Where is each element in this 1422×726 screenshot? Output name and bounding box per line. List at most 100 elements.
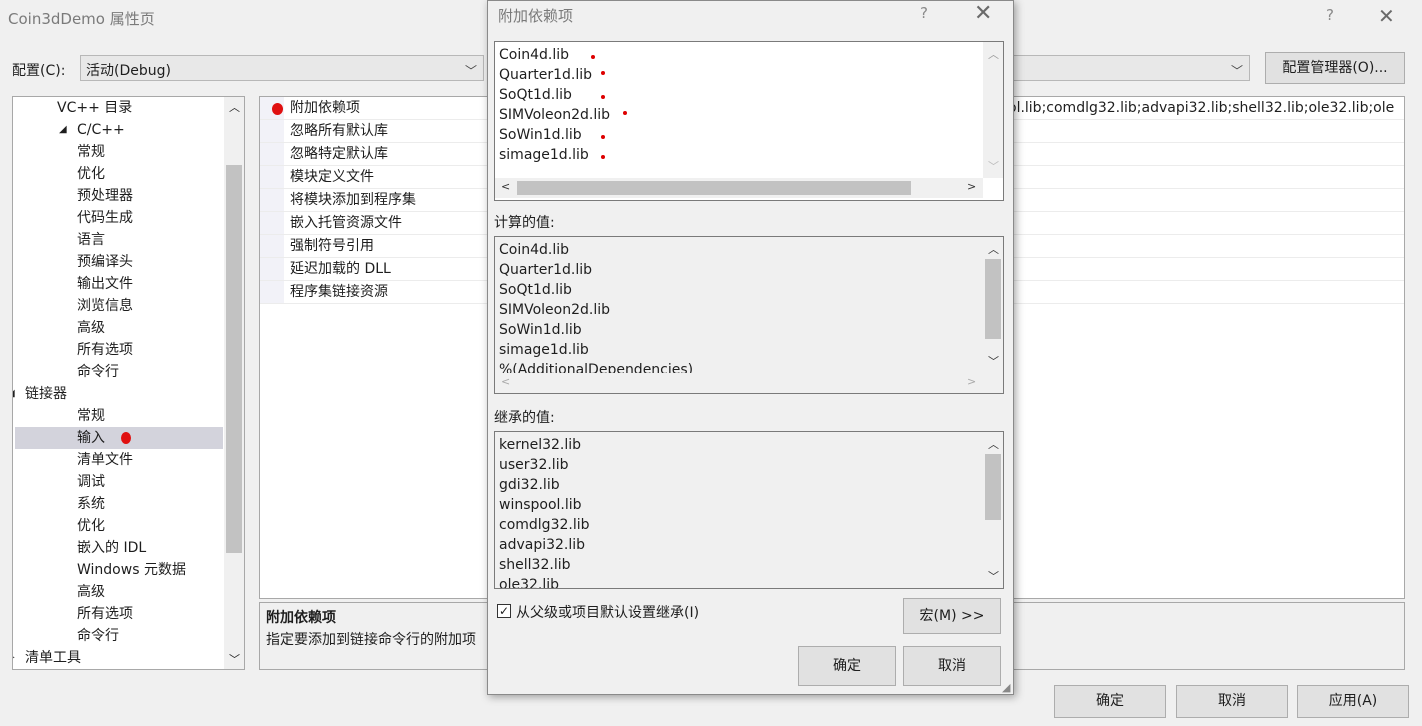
- platform-select[interactable]: ﹀: [1012, 55, 1250, 81]
- library-line: Coin4d.lib: [499, 242, 570, 258]
- tree-item[interactable]: 预编译头: [77, 251, 133, 273]
- library-line: simage1d.lib: [499, 342, 589, 358]
- scroll-down-icon[interactable]: ﹀: [988, 158, 999, 174]
- tree-item-label: 代码生成: [77, 210, 133, 226]
- tree-item[interactable]: 优化: [77, 163, 105, 185]
- annotation-dot: [601, 155, 605, 159]
- scroll-right-icon[interactable]: >: [967, 180, 976, 193]
- tree-item[interactable]: 高级: [77, 317, 105, 339]
- scroll-left-icon[interactable]: <: [501, 180, 510, 193]
- ok-button[interactable]: 确定: [1054, 685, 1166, 718]
- scroll-down-icon[interactable]: ﹀: [988, 353, 999, 369]
- edit-vertical-scrollbar[interactable]: ︿ ﹀: [983, 42, 1003, 178]
- inherited-values-label: 继承的值:: [494, 410, 555, 426]
- tree-item[interactable]: 命令行: [77, 625, 119, 647]
- annotation-dot: [591, 55, 595, 59]
- property-name: 将模块添加到程序集: [290, 192, 416, 208]
- tree-item[interactable]: 代码生成: [77, 207, 133, 229]
- close-icon[interactable]: ✕: [974, 1, 992, 26]
- computed-horizontal-scrollbar[interactable]: < >: [495, 373, 983, 393]
- property-name: 附加依赖项: [290, 100, 360, 116]
- library-line: Quarter1d.lib: [499, 262, 592, 278]
- dialog-cancel-button[interactable]: 取消: [903, 646, 1001, 686]
- tree-item-label: 输入: [77, 430, 105, 446]
- scrollbar-thumb[interactable]: [985, 259, 1001, 339]
- configuration-select[interactable]: 活动(Debug) ﹀: [80, 55, 484, 81]
- library-line: comdlg32.lib: [499, 517, 590, 533]
- tree-item[interactable]: 命令行: [77, 361, 119, 383]
- tree-item[interactable]: 清单文件: [77, 449, 133, 471]
- tree-item[interactable]: 所有选项: [77, 339, 133, 361]
- collapse-arrow-icon[interactable]: ◢: [13, 383, 15, 405]
- property-name: 强制符号引用: [290, 238, 374, 254]
- scroll-up-icon[interactable]: ︿: [988, 241, 999, 257]
- scroll-up-icon[interactable]: ︿: [229, 99, 240, 115]
- tree-item[interactable]: 嵌入的 IDL: [77, 537, 146, 559]
- scroll-down-icon[interactable]: ﹀: [988, 568, 999, 584]
- dependencies-edit-box[interactable]: Coin4d.lib Quarter1d.lib SoQt1d.lib SIMVole…: [494, 41, 1004, 201]
- inherit-checkbox-label[interactable]: 从父级或项目默认设置继承(I): [516, 602, 699, 622]
- tree-item[interactable]: 高级: [77, 581, 105, 603]
- tree-item-label: 嵌入的 IDL: [77, 540, 147, 556]
- tree-item-label: 高级: [77, 584, 105, 600]
- tree-item-label: 预编译头: [77, 254, 133, 270]
- tree-item[interactable]: ◢ 链接器: [13, 383, 67, 405]
- library-line: SIMVoleon2d.lib: [499, 107, 611, 123]
- cancel-button[interactable]: 取消: [1176, 685, 1288, 718]
- tree-item[interactable]: 常规: [77, 141, 105, 163]
- tree-item[interactable]: 所有选项: [77, 603, 133, 625]
- property-tree[interactable]: VC++ 目录 ◢ C/C++ 常规 优化 预处理器 代码生成 语言 预编译头 输出文件 浏览信息高…: [12, 96, 245, 670]
- apply-button[interactable]: 应用(A): [1297, 685, 1409, 718]
- inherited-values-box: kernel32.lib user32.lib gdi32.lib winspool.…: [494, 431, 1004, 589]
- tree-item-label: VC++ 目录: [57, 100, 133, 116]
- tree-item[interactable]: VC++ 目录: [57, 97, 132, 119]
- collapse-arrow-icon[interactable]: ◢: [59, 119, 67, 141]
- tree-scrollbar[interactable]: ︿ ﹀: [224, 97, 244, 669]
- help-icon[interactable]: ?: [920, 4, 928, 22]
- property-name: 嵌入托管资源文件: [290, 215, 402, 231]
- macros-button[interactable]: 宏(M) >>: [903, 598, 1001, 634]
- tree-item[interactable]: ▷ 清单工具: [13, 647, 81, 669]
- edit-horizontal-scrollbar[interactable]: < >: [495, 178, 983, 198]
- scroll-up-icon[interactable]: ︿: [988, 46, 999, 62]
- computed-vertical-scrollbar[interactable]: ︿ ﹀: [983, 237, 1003, 373]
- scrollbar-thumb[interactable]: [985, 454, 1001, 520]
- tree-item[interactable]: Windows 元数据: [77, 559, 186, 581]
- configuration-manager-button[interactable]: 配置管理器(O)...: [1265, 52, 1405, 84]
- tree-item[interactable]: 常规: [77, 405, 105, 427]
- scroll-left-icon[interactable]: <: [501, 375, 510, 388]
- tree-item[interactable]: 语言: [77, 229, 105, 251]
- resize-grip-icon[interactable]: ◢: [1002, 681, 1010, 694]
- tree-item[interactable]: 预处理器: [77, 185, 133, 207]
- tree-item[interactable]: 优化: [77, 515, 105, 537]
- tree-item[interactable]: ◢ C/C++: [59, 119, 125, 141]
- dialog-ok-button[interactable]: 确定: [798, 646, 896, 686]
- tree-item[interactable]: 输出文件: [77, 273, 133, 295]
- inherit-checkbox[interactable]: ✓: [497, 604, 511, 618]
- tree-item-label: 输出文件: [77, 276, 133, 292]
- tree-item[interactable]: 浏览信息: [77, 295, 133, 317]
- tree-item[interactable]: 系统: [77, 493, 105, 515]
- tree-item-label: Windows 元数据: [77, 562, 186, 578]
- tree-item[interactable]: 输入: [77, 427, 131, 449]
- scrollbar-thumb[interactable]: [517, 181, 911, 195]
- tree-item-label: 所有选项: [77, 606, 133, 622]
- scroll-down-icon[interactable]: ﹀: [229, 651, 240, 667]
- close-icon[interactable]: ✕: [1378, 4, 1395, 28]
- help-icon[interactable]: ?: [1326, 6, 1334, 24]
- tree-item-label: 命令行: [77, 628, 119, 644]
- expand-arrow-icon[interactable]: ▷: [13, 647, 15, 669]
- scrollbar-thumb[interactable]: [226, 165, 242, 553]
- tree-item[interactable]: 调试: [77, 471, 105, 493]
- annotation-dot: [601, 71, 605, 75]
- scroll-right-icon[interactable]: >: [967, 375, 976, 388]
- additional-dependencies-dialog: 附加依赖项 ? ✕ Coin4d.lib Quarter1d.lib SoQt1d.…: [487, 0, 1014, 695]
- annotation-mark: [121, 432, 131, 444]
- tree-item-label: 清单文件: [77, 452, 133, 468]
- property-value[interactable]: ol.lib;comdlg32.lib;advapi32.lib;shell32…: [1008, 97, 1394, 120]
- configuration-value: 活动(Debug): [86, 63, 171, 79]
- tree-item-label: 命令行: [77, 364, 119, 380]
- inherited-vertical-scrollbar[interactable]: ︿ ﹀: [983, 432, 1003, 588]
- library-line: shell32.lib: [499, 557, 571, 573]
- scroll-up-icon[interactable]: ︿: [988, 436, 999, 452]
